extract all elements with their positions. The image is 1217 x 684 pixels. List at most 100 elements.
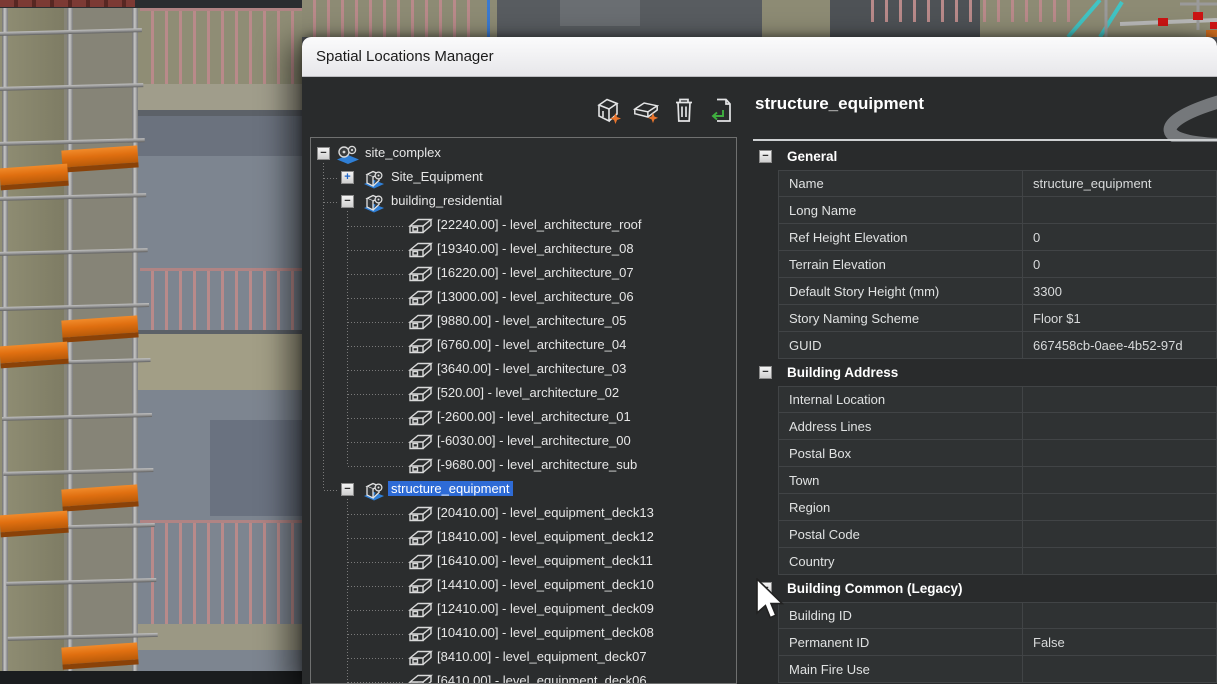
property-label: Internal Location [778,386,1022,413]
tree-item-label[interactable]: [6760.00] - level_architecture_04 [437,337,626,352]
property-value[interactable] [1022,494,1217,521]
tower-crane-braces [1060,0,1217,37]
tree-item-label[interactable]: [13000.00] - level_architecture_06 [437,289,634,304]
property-value[interactable] [1022,548,1217,575]
tree-item-label[interactable]: [18410.00] - level_equipment_deck12 [437,529,654,544]
property-label: Story Naming Scheme [778,305,1022,332]
window-title: Spatial Locations Manager [316,48,494,65]
property-row: Ref Height Elevation0 [778,224,1217,251]
property-label: Building ID [778,602,1022,629]
property-grid: −GeneralNamestructure_equipmentLong Name… [755,143,1217,683]
tree-item-label[interactable]: [8410.00] - level_equipment_deck07 [437,649,647,664]
property-value[interactable] [1022,521,1217,548]
add-building-button[interactable] [594,96,622,124]
import-document-icon [709,96,735,124]
scaffold-ledger [0,83,143,91]
tree-item-label[interactable]: [-9680.00] - level_architecture_sub [437,457,637,472]
tree-item-label[interactable]: building_residential [391,193,502,208]
tree-item-label[interactable]: [-2600.00] - level_architecture_01 [437,409,631,424]
tree-item-label[interactable]: [10410.00] - level_equipment_deck08 [437,625,654,640]
tree-item-label[interactable]: Site_Equipment [391,169,483,184]
scaffold-ledger [0,303,149,311]
tree-item-label[interactable]: structure_equipment [388,481,513,496]
property-value[interactable]: structure_equipment [1022,170,1217,197]
property-row: Internal Location [778,386,1217,413]
property-value[interactable]: 0 [1022,224,1217,251]
tree-item-label[interactable]: [9880.00] - level_architecture_05 [437,313,626,328]
toolbar [594,96,736,124]
tree-guide-line [324,202,339,203]
property-label: Region [778,494,1022,521]
property-row: Main Fire Use [778,656,1217,683]
collapse-icon[interactable]: − [759,150,772,163]
delete-button[interactable] [670,96,698,124]
slab-band-1 [135,84,302,116]
tree-item-label[interactable]: site_complex [365,145,441,160]
tree-item[interactable]: − structure_equipment [311,478,736,502]
property-value[interactable] [1022,386,1217,413]
slab-band-3 [135,624,302,650]
tree-item[interactable]: − site_complex [311,142,736,166]
tree-guide-line [348,274,404,275]
window-titlebar[interactable]: Spatial Locations Manager [302,37,1217,77]
tree-item-label[interactable]: [19340.00] - level_architecture_08 [437,241,634,256]
tree-item-label[interactable]: [520.00] - level_architecture_02 [437,385,619,400]
property-value[interactable] [1022,656,1217,683]
property-value[interactable]: Floor $1 [1022,305,1217,332]
tree-item-label[interactable]: [-6030.00] - level_architecture_00 [437,433,631,448]
property-value[interactable] [1022,440,1217,467]
collapse-icon[interactable]: − [341,483,354,496]
collapse-icon[interactable]: − [759,366,772,379]
property-value[interactable] [1022,197,1217,224]
property-section-header[interactable]: −Building Address [755,359,1217,386]
property-value[interactable] [1022,602,1217,629]
property-row: Terrain Elevation0 [778,251,1217,278]
property-value[interactable]: False [1022,629,1217,656]
property-value[interactable] [1022,413,1217,440]
tree-item-label[interactable]: [22240.00] - level_architecture_roof [437,217,642,232]
import-button[interactable] [708,96,736,124]
tree-item[interactable]: − building_residential [311,190,736,214]
add-story-button[interactable] [632,96,660,124]
header-separator [753,139,1217,141]
property-value[interactable]: 0 [1022,251,1217,278]
property-label: GUID [778,332,1022,359]
level-icon [407,672,433,684]
viewport-3d-left[interactable] [0,0,302,684]
tree-item-label[interactable]: [14410.00] - level_equipment_deck10 [437,577,654,592]
property-section-header[interactable]: −Building Common (Legacy) [755,575,1217,602]
viewport-3d-top[interactable] [302,0,1217,37]
tree-guide-line [348,370,404,371]
property-section-header[interactable]: −General [755,143,1217,170]
property-label: Ref Height Elevation [778,224,1022,251]
property-value[interactable]: 3300 [1022,278,1217,305]
expand-icon[interactable]: + [341,171,354,184]
property-label: Default Story Height (mm) [778,278,1022,305]
tree-item-label[interactable]: [16410.00] - level_equipment_deck11 [437,553,653,568]
tree-guide-line [348,466,404,467]
tree-guide-line [348,418,404,419]
collapse-icon[interactable]: − [317,147,330,160]
scaffold-ledger [3,468,153,476]
tree-item-label[interactable]: [16220.00] - level_architecture_07 [437,265,634,280]
location-tree-panel[interactable]: − site_complex + Site_Equipment − building_re… [310,137,737,684]
scaffold-ledgers [0,0,159,684]
scaffold-ledger [0,138,145,146]
property-label: Terrain Elevation [778,251,1022,278]
scaffold-ledger [6,578,156,586]
property-row: Address Lines [778,413,1217,440]
tree-guide-line [347,499,348,683]
tree-guide-line [324,490,339,491]
tree-item-label[interactable]: [6410.00] - level_equipment_deck06 [437,673,647,684]
tree-guide-line [348,586,404,587]
collapse-icon[interactable]: − [341,195,354,208]
mouse-cursor [755,578,799,626]
tree-item[interactable]: + Site_Equipment [311,166,736,190]
tree-item-label[interactable]: [3640.00] - level_architecture_03 [437,361,626,376]
tree-item-label[interactable]: [12410.00] - level_equipment_deck09 [437,601,654,616]
tree-guide-line [348,538,404,539]
property-label: Long Name [778,197,1022,224]
tree-item-label[interactable]: [20410.00] - level_equipment_deck13 [437,505,654,520]
property-value[interactable]: 667458cb-0aee-4b52-97d [1022,332,1217,359]
property-value[interactable] [1022,467,1217,494]
